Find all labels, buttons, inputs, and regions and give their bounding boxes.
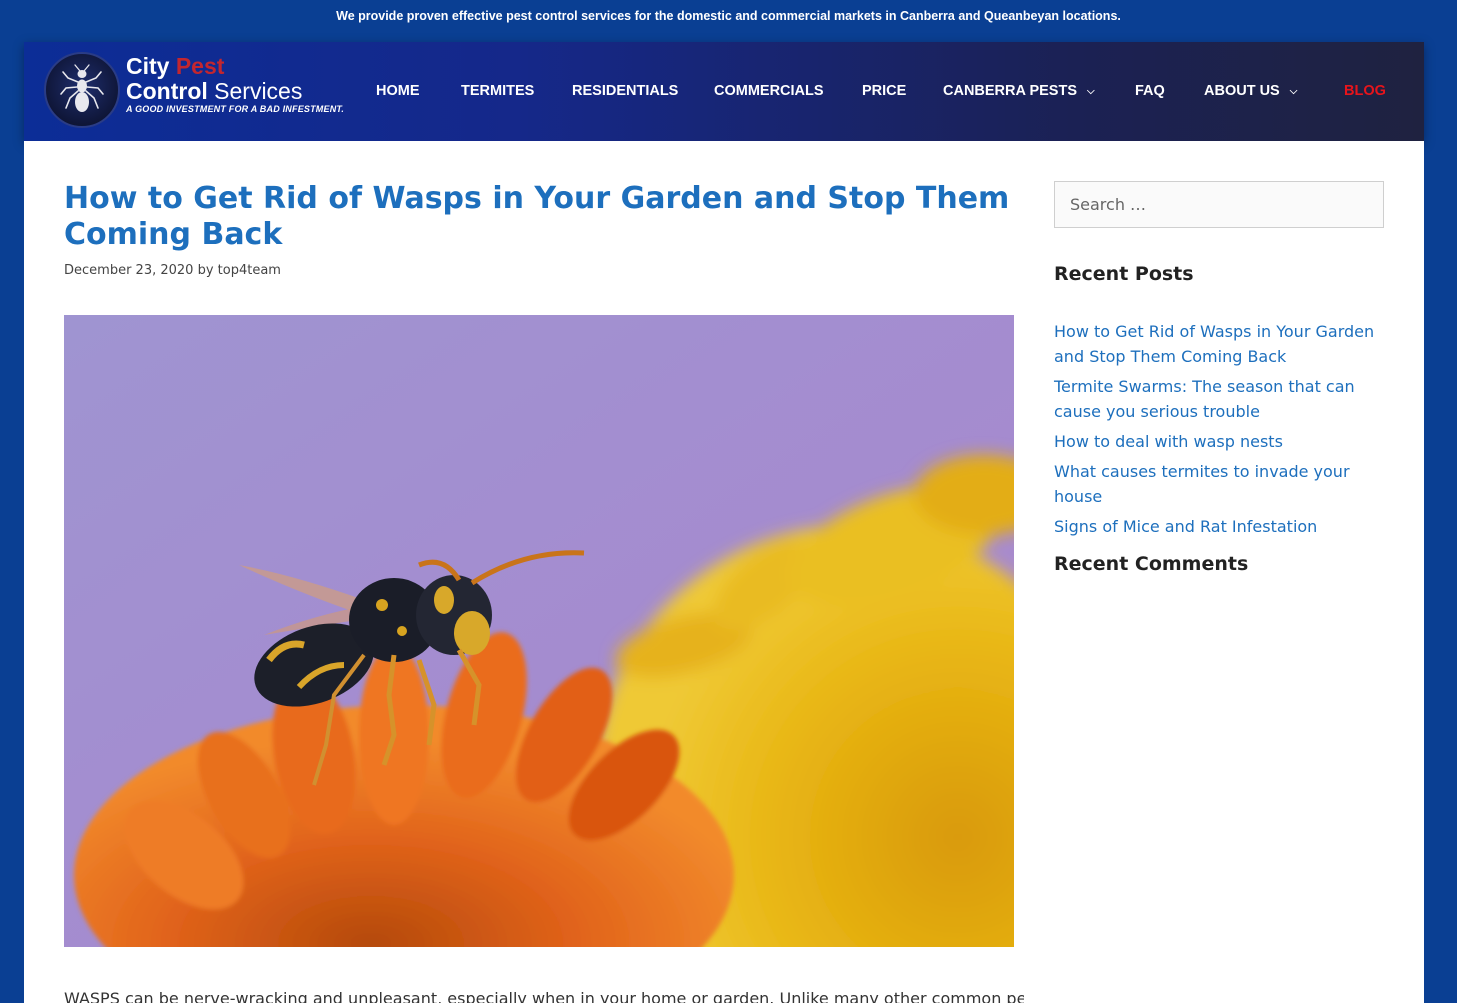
recent-post-link[interactable]: How to deal with wasp nests <box>1054 432 1283 451</box>
nav-termites[interactable]: TERMITES <box>461 42 534 141</box>
site-header: City Pest Control Services A GOOD INVEST… <box>24 42 1424 141</box>
nav-canberra-pests[interactable]: CANBERRA PESTS ⌵ <box>943 42 1095 141</box>
recent-post-link[interactable]: How to Get Rid of Wasps in Your Garden a… <box>1054 322 1374 366</box>
nav-residentials-label: RESIDENTIALS <box>572 83 679 99</box>
post-title: How to Get Rid of Wasps in Your Garden a… <box>64 181 1010 252</box>
recent-comments-title: Recent Comments <box>1054 553 1249 575</box>
list-item: Termite Swarms: The season that can caus… <box>1054 374 1384 424</box>
post-excerpt: WASPS can be nerve-wracking and unpleasa… <box>64 989 1024 1003</box>
nav-termites-label: TERMITES <box>461 83 535 99</box>
recent-post-link[interactable]: Termite Swarms: The season that can caus… <box>1054 377 1355 421</box>
nav-home[interactable]: HOME <box>376 42 420 141</box>
nav-price-label: PRICE <box>862 83 907 99</box>
search-input[interactable] <box>1054 181 1384 228</box>
list-item: How to Get Rid of Wasps in Your Garden a… <box>1054 319 1384 369</box>
wasp-photo-illustration <box>64 315 1014 947</box>
nav-blog[interactable]: BLOG <box>1344 42 1386 141</box>
nav-commercials[interactable]: COMMERCIALS <box>714 42 824 141</box>
recent-posts-title: Recent Posts <box>1054 263 1194 285</box>
nav-blog-label: BLOG <box>1344 83 1386 99</box>
list-item: What causes termites to invade your hous… <box>1054 459 1384 509</box>
nav-commercials-label: COMMERCIALS <box>714 83 824 99</box>
main-navigation: HOME TERMITES RESIDENTIALS COMMERCIALS P… <box>24 42 1424 141</box>
list-item: How to deal with wasp nests <box>1054 429 1384 454</box>
top-announcement-bar: We provide proven effective pest control… <box>0 0 1457 32</box>
nav-price[interactable]: PRICE <box>862 42 906 141</box>
nav-home-label: HOME <box>376 83 420 99</box>
chevron-down-icon: ⌵ <box>1087 86 1095 97</box>
featured-image <box>64 315 1014 947</box>
post-date-link[interactable]: December 23, 2020 <box>64 263 193 278</box>
post-by-label: by <box>197 263 214 278</box>
announcement-text: We provide proven effective pest control… <box>336 9 1121 23</box>
nav-about-us-label: ABOUT US <box>1204 83 1280 99</box>
chevron-down-icon: ⌵ <box>1289 86 1298 97</box>
main-content: How to Get Rid of Wasps in Your Garden a… <box>24 141 1424 1003</box>
nav-residentials[interactable]: RESIDENTIALS <box>572 42 678 141</box>
recent-post-link[interactable]: Signs of Mice and Rat Infestation <box>1054 517 1317 536</box>
nav-faq-label: FAQ <box>1135 83 1165 99</box>
nav-about-us[interactable]: ABOUT US ⌵ <box>1204 42 1297 141</box>
nav-canberra-pests-label: CANBERRA PESTS <box>943 83 1078 99</box>
recent-post-link[interactable]: What causes termites to invade your hous… <box>1054 462 1350 506</box>
nav-faq[interactable]: FAQ <box>1135 42 1165 141</box>
post-meta: December 23, 2020 by top4team <box>64 263 281 278</box>
list-item: Signs of Mice and Rat Infestation <box>1054 514 1384 539</box>
recent-posts-list: How to Get Rid of Wasps in Your Garden a… <box>1054 319 1384 544</box>
post-author-link[interactable]: top4team <box>218 263 281 278</box>
